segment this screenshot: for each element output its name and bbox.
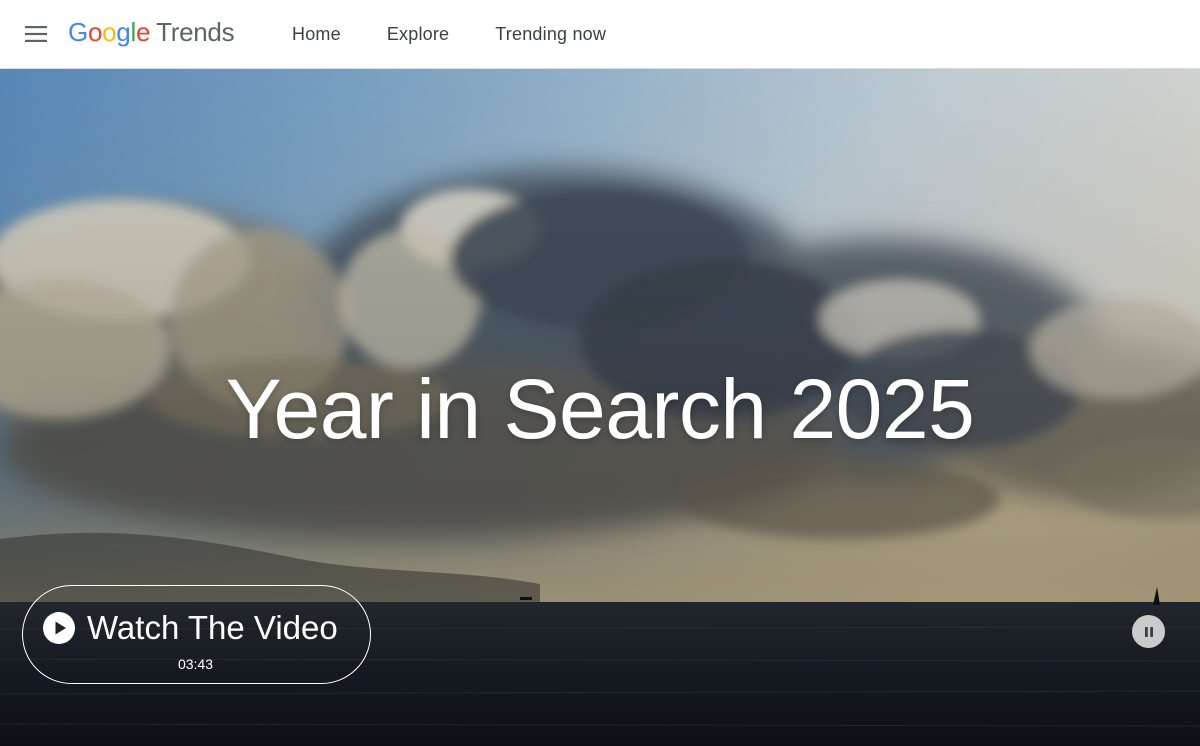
top-app-bar: Google Trends Home Explore Trending now bbox=[0, 0, 1200, 69]
video-duration: 03:43 bbox=[177, 656, 214, 672]
watch-video-label: Watch The Video bbox=[87, 609, 338, 646]
main-menu-button[interactable] bbox=[16, 14, 56, 54]
google-trends-logo[interactable]: Google Trends bbox=[68, 15, 235, 49]
hamburger-menu-icon bbox=[25, 26, 47, 42]
google-wordmark: Google bbox=[68, 15, 150, 49]
logo-letter: o bbox=[102, 17, 117, 47]
hero-video-banner: Year in Search 2025 Watch The Video 03:4… bbox=[0, 69, 1200, 746]
nav-trending-now[interactable]: Trending now bbox=[495, 24, 606, 45]
nav-home[interactable]: Home bbox=[292, 24, 341, 45]
hero-title: Year in Search 2025 bbox=[225, 362, 975, 456]
logo-letter: e bbox=[135, 17, 151, 47]
watch-video-button[interactable]: Watch The Video 03:43 bbox=[22, 585, 371, 684]
logo-letter: g bbox=[116, 17, 131, 47]
main-nav: Home Explore Trending now bbox=[268, 0, 628, 68]
logo-letter: G bbox=[68, 17, 88, 47]
logo-letter: o bbox=[87, 17, 103, 47]
pause-icon bbox=[1144, 626, 1153, 637]
play-circle-icon bbox=[43, 612, 75, 644]
pause-video-button[interactable] bbox=[1132, 615, 1165, 648]
nav-explore[interactable]: Explore bbox=[387, 24, 449, 45]
trends-wordmark: Trends bbox=[156, 17, 235, 47]
